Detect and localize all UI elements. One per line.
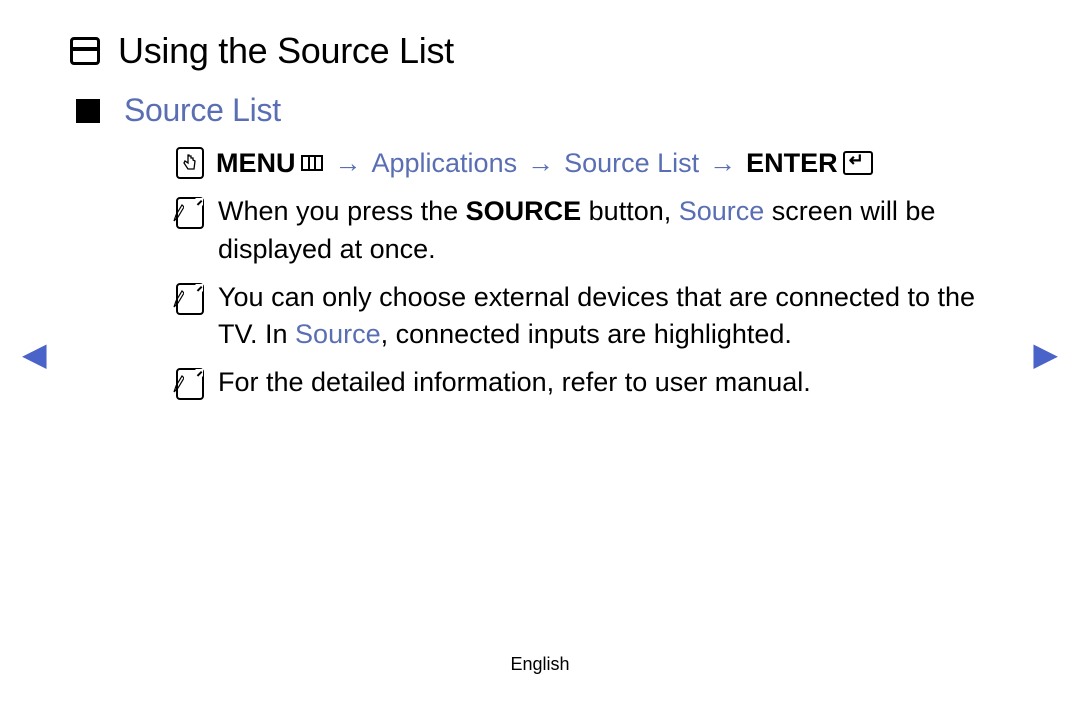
section-title: Source List xyxy=(124,92,281,129)
enter-label: ENTER xyxy=(746,148,838,179)
menu-glyph-icon xyxy=(301,155,323,171)
menu-path: MENU → Applications → Source List → ENTE… xyxy=(176,147,980,179)
path-arrow: → xyxy=(527,148,554,179)
pencil-note-icon xyxy=(176,283,204,315)
footer-language: English xyxy=(0,654,1080,675)
note-text: You can only choose external devices tha… xyxy=(218,279,980,355)
nav-next-button[interactable]: ▶ xyxy=(1033,335,1058,373)
path-source-list: Source List xyxy=(564,148,699,179)
path-arrow: → xyxy=(709,148,736,179)
square-bullet-icon xyxy=(76,99,100,123)
path-arrow: → xyxy=(335,148,362,179)
path-applications: Applications xyxy=(372,148,518,179)
nav-prev-button[interactable]: ◀ xyxy=(22,335,47,373)
enter-glyph-icon xyxy=(843,151,873,175)
note-item: For the detailed information, refer to u… xyxy=(176,364,980,402)
note-item: You can only choose external devices tha… xyxy=(176,279,980,355)
note-text: When you press the SOURCE button, Source… xyxy=(218,193,980,269)
pencil-note-icon xyxy=(176,368,204,400)
note-item: When you press the SOURCE button, Source… xyxy=(176,193,980,269)
note-text: For the detailed information, refer to u… xyxy=(218,364,811,402)
page-title: Using the Source List xyxy=(118,30,454,72)
tab-icon xyxy=(70,37,100,65)
menu-label: MENU xyxy=(216,148,296,179)
hand-icon xyxy=(176,147,204,179)
pencil-note-icon xyxy=(176,197,204,229)
